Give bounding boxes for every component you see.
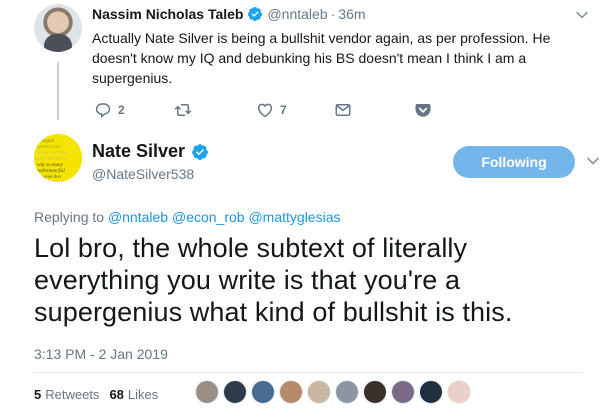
tweet-time[interactable]: 36m	[338, 6, 365, 22]
avatar-text-line: noise and the no	[35, 157, 68, 162]
liker-avatar[interactable]	[307, 380, 331, 404]
retweet-button[interactable]	[174, 101, 198, 119]
author-handle[interactable]: @nntaleb	[267, 6, 327, 22]
separator-dot: ·	[330, 6, 336, 22]
author-name-row: Nate Silver	[92, 141, 213, 162]
following-button[interactable]: Following	[453, 146, 575, 178]
retweet-icon	[174, 104, 192, 116]
heart-icon	[257, 103, 273, 118]
save-to-pocket-button[interactable]	[414, 101, 432, 119]
tweet-text: Actually Nate Silver is being a bullshit…	[92, 30, 551, 86]
chevron-down-icon[interactable]	[575, 8, 589, 22]
liker-avatar[interactable]	[195, 380, 219, 404]
liker-avatar[interactable]	[419, 380, 443, 404]
avatar-text-line: why so many	[37, 163, 64, 168]
verified-badge-icon	[192, 143, 208, 160]
replying-to-label: Replying to	[34, 209, 105, 225]
avatar[interactable]: signal nd the noise he noise and the noi…	[34, 134, 82, 182]
liker-avatar[interactable]	[363, 380, 387, 404]
mention-link[interactable]: @nntaleb	[108, 209, 168, 225]
engagement-stats: 5 Retweets 68 Likes	[34, 387, 168, 402]
tweet-text: Lol bro, the whole subtext of literally …	[34, 233, 513, 327]
avatar-text-line: nd the noise	[37, 145, 62, 150]
tweet-header: Nassim Nicholas Taleb @nntaleb · 36m	[92, 6, 366, 22]
tweet-timestamp[interactable]: 3:13 PM - 2 Jan 2019	[34, 346, 168, 362]
tweet-actions: 2 7	[94, 101, 444, 119]
avatar-text-line: he noise and the	[35, 151, 68, 156]
liker-avatar[interactable]	[391, 380, 415, 404]
author-name[interactable]: Nate Silver	[92, 141, 185, 162]
book-cover-image: signal nd the noise he noise and the noi…	[34, 134, 82, 182]
mention-link[interactable]: @econ_rob	[172, 209, 245, 225]
avatar[interactable]	[34, 4, 82, 52]
verified-badge-icon	[248, 7, 263, 21]
author-name[interactable]: Nassim Nicholas Taleb	[92, 6, 243, 22]
envelope-icon	[335, 104, 351, 116]
retweets-count: 5	[34, 387, 42, 402]
pocket-icon	[415, 104, 431, 117]
avatar-text-line: signal	[42, 139, 55, 144]
reply-count: 2	[118, 103, 125, 117]
divider	[34, 372, 582, 373]
liker-avatar[interactable]	[335, 380, 359, 404]
reply-icon	[95, 103, 111, 118]
likes-label: Likes	[127, 387, 159, 402]
chevron-down-icon[interactable]	[586, 154, 600, 168]
liker-avatar[interactable]	[223, 380, 247, 404]
author-handle[interactable]: @NateSilver538	[92, 166, 194, 182]
liker-avatar[interactable]	[251, 380, 275, 404]
like-button[interactable]: 7	[256, 101, 287, 119]
like-count: 7	[280, 103, 287, 117]
mention-link[interactable]: @mattyglesias	[248, 209, 340, 225]
direct-message-button[interactable]	[334, 101, 352, 119]
replying-to: Replying to @nntaleb @econ_rob @mattygle…	[34, 209, 341, 225]
retweets-label: Retweets	[45, 387, 100, 402]
thread-connector-line	[57, 62, 59, 120]
liker-avatar[interactable]	[279, 380, 303, 404]
liker-avatars	[195, 380, 475, 404]
liker-avatar[interactable]	[447, 380, 471, 404]
likes-count: 68	[109, 387, 124, 402]
reply-button[interactable]: 2	[94, 101, 125, 119]
avatar-text-line: some don	[42, 175, 62, 180]
parent-tweet[interactable]: Nassim Nicholas Taleb @nntaleb · 36m Act…	[0, 0, 615, 130]
likes-stat[interactable]: 68 Likes	[109, 387, 158, 402]
retweets-stat[interactable]: 5 Retweets	[34, 387, 99, 402]
avatar-text-line: redictions fail	[37, 169, 65, 174]
